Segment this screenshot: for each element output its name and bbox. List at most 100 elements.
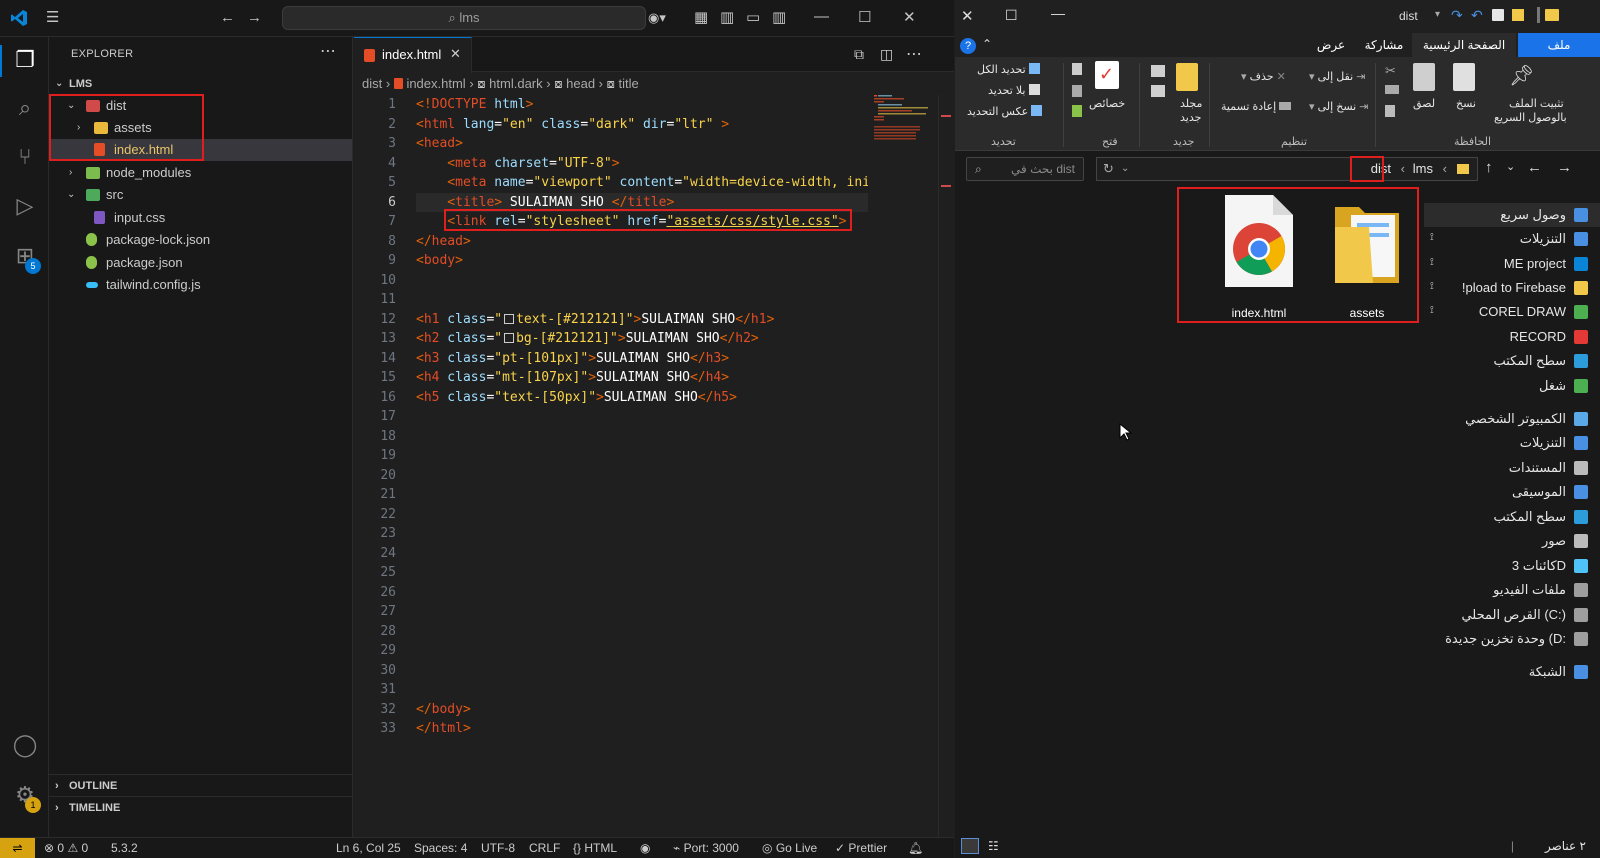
details-view-icon[interactable] xyxy=(961,838,979,854)
tab-share[interactable]: مشاركة xyxy=(1358,33,1410,57)
easy-access-icon[interactable] xyxy=(1151,85,1165,97)
paste-button[interactable]: لصق xyxy=(1413,97,1435,110)
account-icon[interactable]: ◯ xyxy=(12,732,38,758)
forward-arrow-icon[interactable]: → xyxy=(247,9,262,27)
delete-button[interactable]: ▾ حذف ✕ xyxy=(1241,70,1286,83)
new-folder-button[interactable]: مجلد xyxy=(1180,97,1202,110)
editor-scrollbar[interactable] xyxy=(938,95,952,837)
nav-item[interactable]: وصول سريع xyxy=(1424,203,1600,227)
tree-item-src[interactable]: ⌄ src xyxy=(49,184,352,206)
split-editor-icon[interactable]: ◫ xyxy=(880,46,893,63)
select-none-button[interactable]: بلا تحديد xyxy=(988,84,1040,97)
tree-item-tailwind-config[interactable]: tailwind.config.js xyxy=(49,274,352,296)
explorer-icon[interactable]: ❐ xyxy=(12,47,38,73)
nav-item[interactable]: كائنات 3D xyxy=(1424,554,1600,578)
nav-item[interactable]: RECORD xyxy=(1424,325,1600,349)
up-arrow-icon[interactable]: ↑ xyxy=(1485,159,1493,176)
breadcrumb-title[interactable]: title xyxy=(619,76,639,91)
search-icon[interactable]: ⌕ xyxy=(12,95,38,121)
address-segment-dist[interactable]: dist xyxy=(1371,158,1391,180)
search-input[interactable]: ⌕ بحث في dist xyxy=(966,157,1084,181)
paste-shortcut-icon[interactable] xyxy=(1385,105,1395,117)
invert-selection-button[interactable]: عكس التحديد xyxy=(967,105,1043,118)
tree-item-input-css[interactable]: input.css xyxy=(49,207,352,229)
nav-item[interactable]: الشبكة xyxy=(1424,660,1600,684)
undo-icon[interactable]: ↶ xyxy=(1471,7,1483,24)
tab-index-html[interactable]: index.html ✕ xyxy=(354,37,472,73)
paste-icon[interactable] xyxy=(1413,63,1435,91)
tree-item-package-lock[interactable]: package-lock.json xyxy=(49,229,352,251)
code-editor[interactable]: <!DOCTYPE html> <html lang="en" class="d… xyxy=(416,95,868,739)
copy-button[interactable]: نسخ xyxy=(1456,97,1476,110)
properties-qat-icon[interactable] xyxy=(1492,9,1504,21)
copilot-status-icon[interactable]: ◉ xyxy=(640,838,650,858)
run-debug-icon[interactable]: ▷ xyxy=(12,193,38,219)
toggle-panel-icon[interactable]: ▭ xyxy=(746,9,760,27)
copy-icon[interactable] xyxy=(1453,63,1475,91)
menu-icon[interactable]: ☰ xyxy=(46,9,59,27)
close-icon[interactable]: ✕ xyxy=(903,8,916,26)
tree-item-index-html[interactable]: index.html xyxy=(49,139,352,161)
redo-icon[interactable]: ↷ xyxy=(1451,7,1463,24)
minimize-icon[interactable]: — xyxy=(814,8,829,25)
pin-icon[interactable]: 📌︎ xyxy=(1509,63,1534,88)
source-control-icon[interactable]: ⑂ xyxy=(12,144,38,170)
breadcrumb-file[interactable]: index.html xyxy=(406,76,465,91)
indentation[interactable]: Spaces: 4 xyxy=(414,838,467,858)
nav-item[interactable]: وحدة تخزين جديدة (D: xyxy=(1424,627,1600,651)
rename-button[interactable]: إعادة تسمية xyxy=(1221,100,1292,113)
copilot-icon[interactable]: ◉▾ xyxy=(648,9,666,27)
nav-item[interactable]: الموسيقى xyxy=(1424,480,1600,504)
layout-customize-icon[interactable]: ▦ xyxy=(694,9,708,27)
copy-path-icon[interactable] xyxy=(1385,85,1399,94)
cursor-position[interactable]: Ln 6, Col 25 xyxy=(336,838,401,858)
refresh-icon[interactable]: ↻ xyxy=(1103,158,1114,180)
nav-item[interactable]: سطح المكتب xyxy=(1424,505,1600,529)
problems-indicator[interactable]: ⊗ 0 ⚠ 0 xyxy=(44,838,88,858)
nav-item[interactable]: !pload to Firebase ⟟ xyxy=(1424,276,1600,300)
command-center-search[interactable]: ⌕ lms xyxy=(282,6,646,30)
tab-file[interactable]: ملف xyxy=(1518,33,1600,57)
new-folder-icon[interactable] xyxy=(1176,63,1198,91)
timeline-section[interactable]: › TIMELINE xyxy=(49,796,352,818)
maximize-icon[interactable]: ☐ xyxy=(1005,7,1018,24)
minimap[interactable] xyxy=(874,95,932,155)
new-folder-button-2[interactable]: جديد xyxy=(1180,111,1201,124)
breadcrumb-head[interactable]: head xyxy=(566,76,595,91)
cut-icon[interactable]: ✂ xyxy=(1385,63,1396,79)
new-item-icon[interactable] xyxy=(1151,65,1165,77)
color-swatch[interactable] xyxy=(504,333,515,343)
nav-item[interactable]: شغل xyxy=(1424,374,1600,398)
address-segment-lms[interactable]: lms xyxy=(1413,158,1433,180)
go-live-button[interactable]: ◎ Go Live xyxy=(762,838,817,858)
large-icons-view-icon[interactable]: ☷ xyxy=(988,834,999,858)
file-tile-assets[interactable]: assets xyxy=(1319,193,1415,320)
nav-item[interactable]: القرص المحلي (C:) xyxy=(1424,603,1600,627)
recent-dropdown-icon[interactable]: ⌄ xyxy=(1506,160,1515,173)
tab-home[interactable]: الصفحة الرئيسية xyxy=(1412,33,1516,57)
more-actions-icon[interactable]: ⋯ xyxy=(320,41,336,61)
qat-dropdown-icon[interactable]: ▾ xyxy=(1435,9,1440,20)
toggle-secondary-sidebar-icon[interactable]: ▥ xyxy=(772,9,786,27)
open-icon[interactable] xyxy=(1072,63,1082,75)
new-folder-qat-icon[interactable] xyxy=(1512,9,1524,21)
pin-button-2[interactable]: بالوصول السريع xyxy=(1494,111,1567,124)
forward-arrow-icon[interactable]: ← xyxy=(1527,159,1542,176)
toggle-sidebar-icon[interactable]: ▥ xyxy=(720,9,734,27)
open-preview-icon[interactable]: ⧉ xyxy=(854,46,864,63)
close-icon[interactable]: ✕ xyxy=(961,7,974,25)
copy-to-button[interactable]: ▾ نسخ إلى ⇥ xyxy=(1309,100,1368,113)
address-input[interactable]: ↻ ⌄ dist ‹ lms ‹ xyxy=(1096,157,1478,181)
close-tab-icon[interactable]: ✕ xyxy=(450,46,461,62)
notifications-bell-icon[interactable]: 🔔︎ xyxy=(908,838,923,858)
nav-item[interactable]: التنزيلات xyxy=(1424,431,1600,455)
root-folder[interactable]: ⌄ LMS xyxy=(49,73,352,95)
tree-item-dist[interactable]: ⌄ dist xyxy=(49,95,352,117)
color-swatch[interactable] xyxy=(504,313,515,324)
file-tile-index-html[interactable]: index.html xyxy=(1211,193,1307,320)
prettier-status[interactable]: ✓ Prettier xyxy=(835,838,887,858)
pin-button[interactable]: تثبيت الملف xyxy=(1509,97,1564,110)
nav-item[interactable]: COREL DRAW ⟟ xyxy=(1424,300,1600,324)
maximize-icon[interactable]: ☐ xyxy=(858,8,871,26)
tree-item-assets[interactable]: › assets xyxy=(49,117,352,139)
